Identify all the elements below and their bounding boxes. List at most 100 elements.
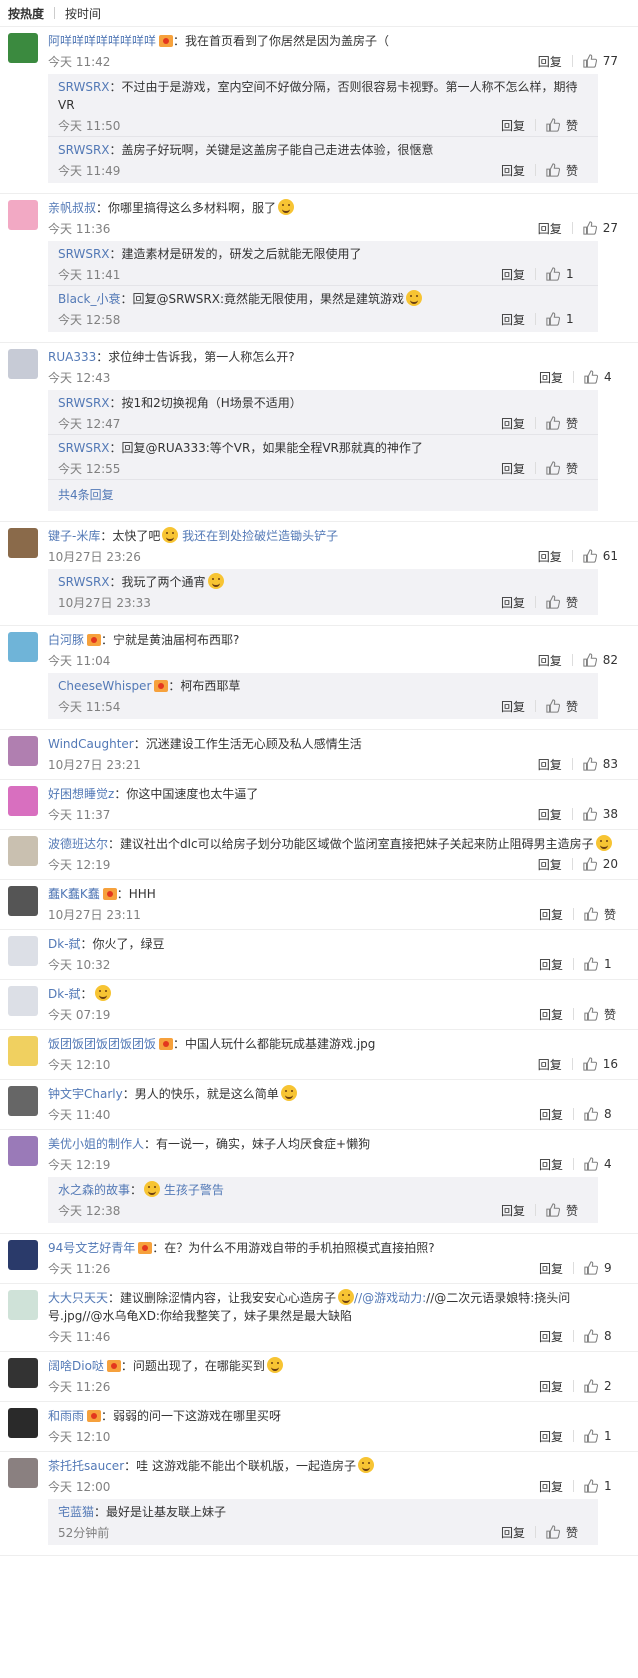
like-button[interactable]: 赞 — [546, 415, 580, 432]
reply-button[interactable]: 回复 — [501, 415, 525, 432]
more-replies-link[interactable]: 共4条回复 — [48, 480, 598, 509]
avatar[interactable] — [8, 1290, 38, 1320]
avatar[interactable] — [8, 1036, 38, 1066]
avatar[interactable] — [8, 1358, 38, 1388]
username[interactable]: 好困想睡觉z — [48, 787, 114, 801]
reply-button[interactable]: 回复 — [539, 369, 563, 386]
reply-button[interactable]: 回复 — [539, 1156, 563, 1173]
username[interactable]: SRWSRX — [58, 441, 110, 455]
avatar[interactable] — [8, 1458, 38, 1488]
username[interactable]: 亲帆叔叔 — [48, 201, 96, 215]
reply-button[interactable]: 回复 — [538, 1056, 562, 1073]
like-button[interactable]: 赞 — [584, 906, 618, 923]
avatar[interactable] — [8, 936, 38, 966]
username[interactable]: 茶托托saucer — [48, 1459, 124, 1473]
username[interactable]: SRWSRX — [58, 396, 110, 410]
like-button[interactable]: 82 — [583, 653, 618, 667]
username[interactable]: RUA333 — [48, 350, 96, 364]
avatar[interactable] — [8, 786, 38, 816]
reply-button[interactable]: 回复 — [539, 1428, 563, 1445]
reply-button[interactable]: 回复 — [501, 460, 525, 477]
username[interactable]: 美优小姐的制作人 — [48, 1137, 144, 1151]
avatar[interactable] — [8, 349, 38, 379]
username[interactable]: SRWSRX — [58, 80, 110, 94]
avatar[interactable] — [8, 528, 38, 558]
like-button[interactable]: 1 — [546, 312, 580, 326]
avatar[interactable] — [8, 1408, 38, 1438]
like-button[interactable]: 赞 — [546, 460, 580, 477]
username[interactable]: 蠢K蠢K蠢 — [48, 887, 100, 901]
avatar[interactable] — [8, 736, 38, 766]
like-button[interactable]: 9 — [584, 1261, 618, 1275]
username[interactable]: SRWSRX — [58, 143, 110, 157]
like-button[interactable]: 77 — [583, 54, 618, 68]
like-button[interactable]: 1 — [584, 1429, 618, 1443]
reply-button[interactable]: 回复 — [538, 806, 562, 823]
avatar[interactable] — [8, 1086, 38, 1116]
like-button[interactable]: 赞 — [546, 117, 580, 134]
reply-button[interactable]: 回复 — [538, 756, 562, 773]
reply-button[interactable]: 回复 — [501, 1524, 525, 1541]
tab-by-hot[interactable]: 按热度 — [8, 5, 44, 22]
like-button[interactable]: 16 — [583, 1057, 618, 1071]
avatar[interactable] — [8, 1136, 38, 1166]
reply-button[interactable]: 回复 — [539, 956, 563, 973]
reply-button[interactable]: 回复 — [501, 117, 525, 134]
avatar[interactable] — [8, 1240, 38, 1270]
username[interactable]: SRWSRX — [58, 575, 110, 589]
like-button[interactable]: 38 — [583, 807, 618, 821]
username[interactable]: 波德班达尔 — [48, 837, 108, 851]
like-button[interactable]: 27 — [583, 221, 618, 235]
reply-button[interactable]: 回复 — [539, 1328, 563, 1345]
username[interactable]: 白河豚 — [48, 633, 84, 647]
avatar[interactable] — [8, 836, 38, 866]
username[interactable]: 键子-米库 — [48, 529, 100, 543]
like-button[interactable]: 61 — [583, 549, 618, 563]
like-button[interactable]: 1 — [584, 957, 618, 971]
username[interactable]: 阔啥Dio哒 — [48, 1359, 104, 1373]
reply-button[interactable]: 回复 — [538, 652, 562, 669]
username[interactable]: 水之森的故事 — [58, 1183, 130, 1197]
reply-button[interactable]: 回复 — [501, 698, 525, 715]
avatar[interactable] — [8, 632, 38, 662]
avatar[interactable] — [8, 200, 38, 230]
username[interactable]: Dk-弑 — [48, 937, 81, 951]
username[interactable]: Black_小衰 — [58, 292, 120, 306]
comment-text-mention[interactable]: //@游戏动力: — [354, 1291, 426, 1305]
like-button[interactable]: 2 — [584, 1379, 618, 1393]
like-button[interactable]: 1 — [584, 1479, 618, 1493]
like-button[interactable]: 8 — [584, 1329, 618, 1343]
reply-button[interactable]: 回复 — [538, 53, 562, 70]
tab-by-time[interactable]: 按时间 — [65, 5, 101, 22]
reply-button[interactable]: 回复 — [501, 162, 525, 179]
username[interactable]: 阿咩咩咩咩咩咩咩咩 — [48, 34, 156, 48]
like-button[interactable]: 赞 — [546, 162, 580, 179]
like-button[interactable]: 4 — [584, 1157, 618, 1171]
like-button[interactable]: 20 — [583, 857, 618, 871]
username[interactable]: 宅蓝猫 — [58, 1505, 94, 1519]
like-button[interactable]: 赞 — [546, 698, 580, 715]
username[interactable]: WindCaughter — [48, 737, 134, 751]
reply-button[interactable]: 回复 — [538, 220, 562, 237]
reply-button[interactable]: 回复 — [539, 1260, 563, 1277]
like-button[interactable]: 4 — [584, 370, 618, 384]
reply-button[interactable]: 回复 — [539, 1478, 563, 1495]
avatar[interactable] — [8, 986, 38, 1016]
comment-text-mention[interactable]: 我还在到处捡破烂造锄头铲子 — [178, 529, 338, 543]
username[interactable]: 饭团饭团饭团饭团饭 — [48, 1037, 156, 1051]
like-button[interactable]: 8 — [584, 1107, 618, 1121]
reply-button[interactable]: 回复 — [539, 906, 563, 923]
reply-button[interactable]: 回复 — [538, 856, 562, 873]
username[interactable]: CheeseWhisper — [58, 679, 151, 693]
reply-button[interactable]: 回复 — [501, 1202, 525, 1219]
username[interactable]: 钟文宇Charly — [48, 1087, 123, 1101]
avatar[interactable] — [8, 886, 38, 916]
comment-text-mention[interactable]: 生孩子警告 — [160, 1183, 224, 1197]
username[interactable]: Dk-弑 — [48, 987, 81, 1001]
like-button[interactable]: 赞 — [546, 1202, 580, 1219]
like-button[interactable]: 1 — [546, 267, 580, 281]
username[interactable]: 94号文艺好青年 — [48, 1241, 135, 1255]
reply-button[interactable]: 回复 — [501, 594, 525, 611]
reply-button[interactable]: 回复 — [539, 1106, 563, 1123]
username[interactable]: SRWSRX — [58, 247, 110, 261]
